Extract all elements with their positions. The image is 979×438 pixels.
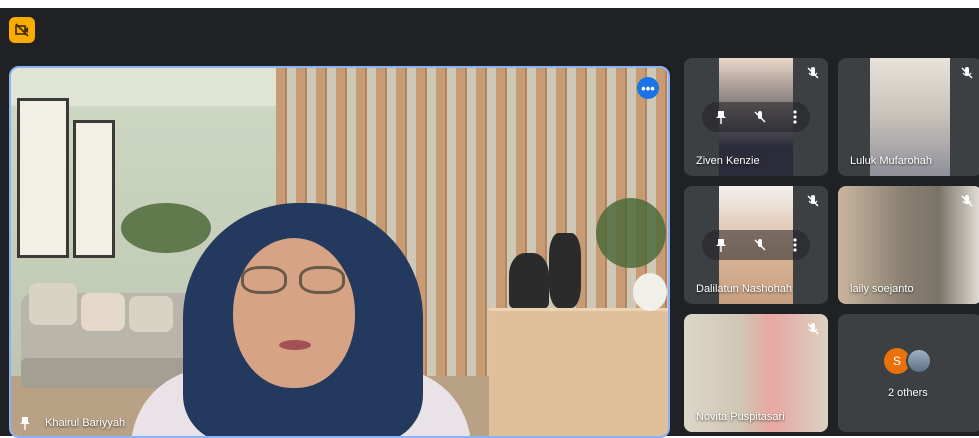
camera-off-icon [15, 23, 29, 37]
wall-art-frame [73, 120, 115, 258]
participant-glasses [241, 266, 347, 296]
mic-off-icon[interactable] [753, 110, 767, 124]
participant-name: Novita Puspitasari [696, 411, 785, 423]
others-tile[interactable]: S 2 others [838, 314, 979, 432]
participant-name: Dalilatun Nashohah [696, 283, 793, 295]
mic-off-icon [807, 67, 819, 79]
mic-off-icon[interactable] [753, 238, 767, 252]
others-avatar [906, 348, 932, 374]
pin-icon[interactable] [19, 416, 31, 430]
participant-name: Luluk Mufarohah [850, 155, 932, 167]
mic-off-icon [961, 67, 973, 79]
cabinet [489, 308, 668, 436]
participant-tile[interactable]: laily soejanto [838, 186, 979, 304]
pin-icon[interactable] [715, 238, 727, 252]
more-vert-icon[interactable] [793, 238, 797, 252]
participant-tile[interactable]: Luluk Mufarohah [838, 58, 979, 176]
more-vert-icon[interactable] [793, 110, 797, 124]
mic-off-icon [961, 195, 973, 207]
tile-controls [702, 230, 810, 260]
participant-tile[interactable]: Dalilatun Nashohah [684, 186, 828, 304]
participant-name: Khairul Bariyyah [45, 417, 126, 429]
more-options-button[interactable]: ••• [637, 77, 659, 99]
mic-off-icon [807, 195, 819, 207]
featured-video-tile[interactable]: ••• Khairul Bariyyah [9, 66, 670, 438]
mic-off-icon [807, 323, 819, 335]
participant-tile[interactable]: Novita Puspitasari [684, 314, 828, 432]
tile-controls [702, 102, 810, 132]
camera-off-badge[interactable] [9, 17, 35, 43]
more-options-icon: ••• [641, 80, 655, 96]
others-count-label: 2 others [888, 387, 928, 399]
pin-icon[interactable] [715, 110, 727, 124]
meeting-stage: ••• Khairul Bariyyah Ziven Kenzie Luluk … [0, 8, 979, 438]
wall-art-frame [17, 98, 69, 258]
participant-face [233, 238, 355, 388]
participant-tile[interactable]: Ziven Kenzie [684, 58, 828, 176]
participant-name: Ziven Kenzie [696, 155, 760, 167]
participant-name: laily soejanto [850, 283, 914, 295]
